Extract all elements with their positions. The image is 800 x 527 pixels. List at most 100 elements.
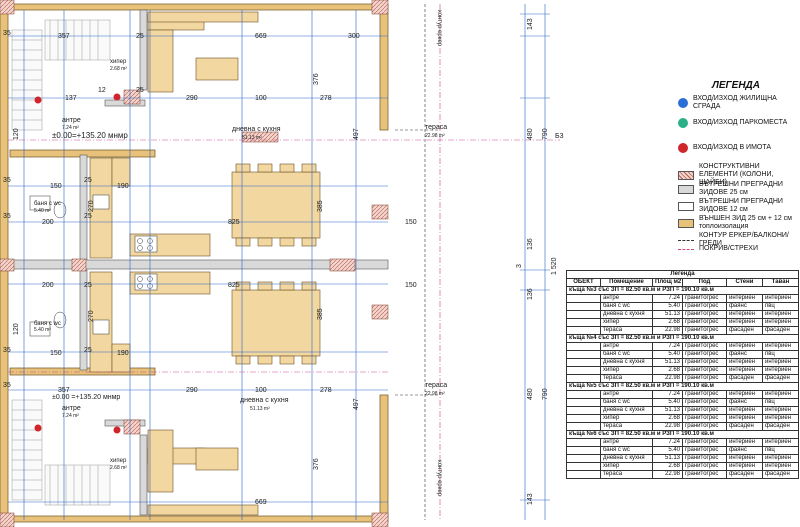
table-cell: интериен — [726, 438, 763, 447]
table-cell: гранитогрес — [682, 446, 727, 455]
table-cell — [566, 398, 601, 407]
table-cell: интериен — [726, 462, 763, 471]
room-hiper-area-bottom: 2.68 m² — [110, 465, 127, 471]
table-row: антре 7.24 гранитогрес интериен интериен — [566, 390, 799, 399]
table-cell — [566, 446, 601, 455]
table-cell: дневна с кухня — [600, 310, 653, 319]
table-cell — [566, 318, 601, 327]
table-cell — [566, 342, 601, 351]
dim-150-b: 150 — [50, 350, 62, 357]
dim-35-a: 35 — [3, 30, 11, 37]
room-antre-top: антре — [62, 117, 81, 124]
table-cell — [566, 470, 601, 479]
table-group-row: къща №4 със ЗП = 82.50 кв.м и РЗП = 190.… — [566, 334, 799, 343]
legend-title: ЛЕГЕНДА — [711, 80, 760, 91]
table-group-row: къща №5 със ЗП = 82.50 кв.м и РЗП = 190.… — [566, 382, 799, 391]
table-title-row: Легенда — [566, 270, 799, 279]
table-cell: гранитогрес — [682, 302, 727, 311]
table-row: дневна с кухня 51.13 гранитогрес интериен ин… — [566, 406, 799, 415]
room-terrace-area-top: 22.98 m² — [425, 133, 445, 139]
table-cell: 22.98 — [652, 422, 683, 431]
table-row: антре 7.24 гранитогрес интериен интериен — [566, 294, 799, 303]
table-cell: хипер — [600, 318, 653, 327]
table-cell: фасаден — [762, 422, 799, 431]
legend-label: ВЪНШЕН ЗИД 25 см + 12 см топлоизолация — [699, 215, 792, 230]
table-row: баня с wc 5.40 гранитогрес фаянс пвц — [566, 398, 799, 407]
table-cell — [566, 462, 601, 471]
dim-790-top: 790 — [542, 128, 549, 140]
table-cell: интериен — [726, 310, 763, 319]
table-cell: баня с wc — [600, 446, 653, 455]
table-cell: 5.40 — [652, 350, 683, 359]
dim-270-b: 270 — [88, 310, 95, 322]
legend-item-parking-entry: ВХОД/ИЗХОД ПАРКОМЕСТА — [678, 118, 798, 128]
dim-300-top: 300 — [348, 33, 360, 40]
table-cell: тераса — [600, 422, 653, 431]
table-cell: антре — [600, 294, 653, 303]
table-cell: интериен — [762, 358, 799, 367]
table-cell: фаянс — [726, 302, 763, 311]
grey-swatch-icon — [678, 184, 694, 194]
table-cell: фасаден — [726, 374, 763, 383]
table-cell: интериен — [762, 318, 799, 327]
col-header: Таван — [762, 278, 799, 287]
table-cell: 2.68 — [652, 318, 683, 327]
table-cell — [566, 294, 601, 303]
legend-label: ВХОД/ИЗХОД В ИМОТА — [693, 144, 772, 151]
legend-label: ВХОД/ИЗХОД ПАРКОМЕСТА — [693, 119, 788, 126]
table-cell: фасаден — [726, 422, 763, 431]
dim-376-top: 376 — [313, 73, 320, 85]
table-cell: фасаден — [762, 470, 799, 479]
table-cell: гранитогрес — [682, 454, 727, 463]
table-cell: тераса — [600, 374, 653, 383]
table-cell: 5.40 — [652, 446, 683, 455]
dim-143-bottom: 143 — [527, 493, 534, 505]
legend-item-walls-25: ВЪТРЕШНИ ПРЕГРАДНИ ЗИДОВЕ 25 см — [678, 181, 798, 197]
table-cell: пвц — [762, 446, 799, 455]
room-antre-area-bottom: 7.24 m² — [62, 413, 79, 419]
table-cell: 5.40 — [652, 302, 683, 311]
dim-35-b: 35 — [3, 177, 11, 184]
dim-385-a: 385 — [317, 200, 324, 212]
table-cell: 7.24 — [652, 438, 683, 447]
room-bath-area-top: 5.40 m² — [34, 208, 51, 214]
legend-label: ВХОД/ИЗХОД ЖИЛИЩНА СГРАДА — [693, 95, 777, 110]
table-row: антре 7.24 гранитогрес интериен интериен — [566, 438, 799, 447]
dim-669-top: 669 — [255, 33, 267, 40]
dim-825-b: 825 — [228, 282, 240, 289]
table-cell: интериен — [726, 390, 763, 399]
table-cell: гранитогрес — [682, 294, 727, 303]
room-antre-bottom: антре — [62, 405, 81, 412]
table-row: дневна с кухня 51.13 гранитогрес интериен ин… — [566, 310, 799, 319]
table-group-row: къща №6 със ЗП = 82.50 кв.м и РЗП = 190.… — [566, 430, 799, 439]
room-living-bottom: дневна с кухня — [240, 397, 289, 404]
table-cell: интериен — [726, 406, 763, 415]
table-cell: интериен — [726, 342, 763, 351]
dim-25-d: 25 — [84, 282, 92, 289]
table-cell — [566, 374, 601, 383]
table-cell — [566, 422, 601, 431]
col-header: Под — [682, 278, 727, 287]
table-cell — [566, 326, 601, 335]
dim-190-b: 190 — [117, 350, 129, 357]
table-cell: баня с wc — [600, 398, 653, 407]
dim-290-top: 290 — [186, 95, 198, 102]
table-cell: фаянс — [726, 398, 763, 407]
table-cell — [566, 350, 601, 359]
table-cell: интериен — [762, 294, 799, 303]
table-cell: антре — [600, 438, 653, 447]
table-cell: 2.68 — [652, 366, 683, 375]
table-cell: интериен — [762, 414, 799, 423]
table-cell — [566, 406, 601, 415]
room-terrace-bottom: тераса — [425, 382, 447, 389]
table-row: антре 7.24 гранитогрес интериен интериен — [566, 342, 799, 351]
dim-150-c: 150 — [405, 219, 417, 226]
table-row: тераса 22.98 гранитогрес фасаден фасаден — [566, 374, 799, 383]
table-row: баня с wc 5.40 гранитогрес фаянс пвц — [566, 302, 799, 311]
tan-swatch-icon — [678, 218, 694, 228]
table-cell: хипер — [600, 414, 653, 423]
table-cell: 7.24 — [652, 342, 683, 351]
table-title: Легенда — [566, 270, 799, 279]
dim-825-a: 825 — [228, 219, 240, 226]
dim-12-a: 12 — [98, 87, 106, 94]
